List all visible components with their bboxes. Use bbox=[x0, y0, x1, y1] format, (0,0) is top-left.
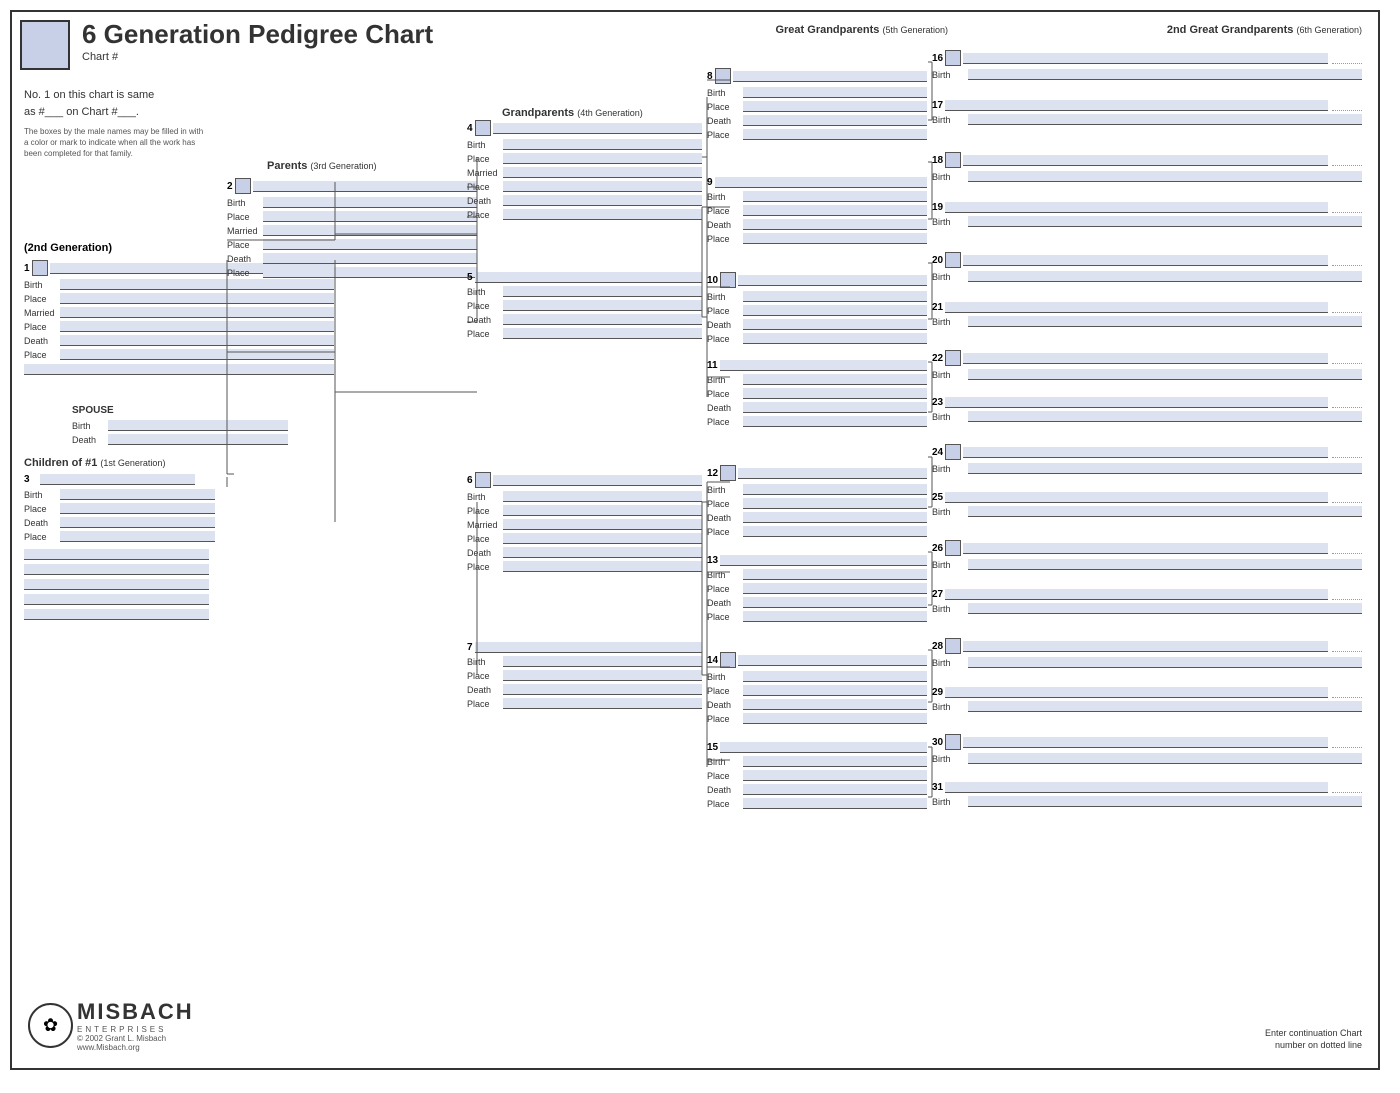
child-3-name[interactable] bbox=[40, 474, 195, 485]
person-29: 29 Birth bbox=[932, 687, 1362, 714]
p1-place-row: Place bbox=[24, 292, 334, 305]
person-20: 20 Birth bbox=[932, 252, 1362, 284]
pedigree-chart: 6 Generation Pedigree Chart Chart # 2nd … bbox=[10, 10, 1380, 1070]
person-30: 30 Birth bbox=[932, 734, 1362, 766]
p1-place2-line[interactable] bbox=[60, 321, 334, 332]
p1-death-line[interactable] bbox=[60, 335, 334, 346]
person-27: 27 Birth bbox=[932, 589, 1362, 616]
c3-dplace: Place bbox=[24, 530, 215, 543]
c3-death: Death bbox=[24, 516, 215, 529]
c3-place: Place bbox=[24, 502, 215, 515]
note-text: The boxes by the male names may be fille… bbox=[24, 126, 209, 160]
p1-bottom-line[interactable] bbox=[24, 364, 334, 375]
person-21: 21 Birth bbox=[932, 302, 1362, 329]
person-22-box[interactable] bbox=[945, 350, 961, 366]
person-13: 13 Birth Place Death Place bbox=[707, 555, 927, 624]
gen2-section-label: (2nd Generation) bbox=[24, 242, 112, 254]
gp-label: Grandparents (4th Generation) bbox=[502, 107, 643, 119]
parents-label: Parents (3rd Generation) bbox=[267, 160, 376, 172]
spouse-death-line[interactable] bbox=[108, 434, 288, 445]
p1-dplace-row: Place bbox=[24, 348, 334, 361]
person-30-box[interactable] bbox=[945, 734, 961, 750]
footer: ✿ MISBACH ENTERPRISES © 2002 Grant L. Mi… bbox=[28, 999, 194, 1052]
person-24: 24 Birth bbox=[932, 444, 1362, 476]
left-info: No. 1 on this chart is same as #___ on C… bbox=[24, 87, 219, 160]
person-12-box[interactable] bbox=[720, 465, 736, 481]
person-8-box[interactable] bbox=[715, 68, 731, 84]
person-18: 18 Birth bbox=[932, 152, 1362, 184]
person-26: 26 Birth bbox=[932, 540, 1362, 572]
p1-death-row: Death bbox=[24, 334, 334, 347]
person-28: 28 Birth bbox=[932, 638, 1362, 670]
person-7: 7 Birth Place Death Place bbox=[467, 642, 702, 711]
p1-married-row: Married bbox=[24, 306, 334, 319]
person-11: 11 Birth Place Death Place bbox=[707, 360, 927, 429]
p1-place2-row: Place bbox=[24, 320, 334, 333]
spouse-birth-line[interactable] bbox=[108, 420, 288, 431]
person-6-box[interactable] bbox=[475, 472, 491, 488]
spouse-section: SPOUSE Birth Death bbox=[72, 405, 288, 447]
person-23: 23 Birth bbox=[932, 397, 1362, 424]
person-31: 31 Birth bbox=[932, 782, 1362, 809]
footer-emblem: ✿ bbox=[28, 1003, 73, 1048]
person-14-box[interactable] bbox=[720, 652, 736, 668]
person-10: 10 Birth Place Death Place bbox=[707, 272, 927, 346]
person-10-box[interactable] bbox=[720, 272, 736, 288]
person-17: 17 Birth bbox=[932, 100, 1362, 127]
person-9: 9 Birth Place Death Place bbox=[707, 177, 927, 246]
p1-married-line[interactable] bbox=[60, 307, 334, 318]
extra-child-lines bbox=[24, 549, 215, 620]
person-1-num: 1 bbox=[24, 263, 30, 274]
footer-enterprises: ENTERPRISES bbox=[77, 1025, 194, 1034]
footer-logo: MISBACH bbox=[77, 999, 194, 1025]
person-16: 16 Birth bbox=[932, 50, 1362, 82]
person-2: 2 Birth Place Married Place Death Place bbox=[227, 178, 477, 280]
person-15: 15 Birth Place Death Place bbox=[707, 742, 927, 811]
person-16-box[interactable] bbox=[945, 50, 961, 66]
person-5: 5 Birth Place Death Place bbox=[467, 272, 702, 341]
person-19: 19 Birth bbox=[932, 202, 1362, 229]
ggp-label: Great Grandparents (5th Generation) bbox=[775, 24, 948, 36]
person-2-box[interactable] bbox=[235, 178, 251, 194]
person-22: 22 Birth bbox=[932, 350, 1362, 382]
p1-birth-line[interactable] bbox=[60, 279, 334, 290]
c3-birth: Birth bbox=[24, 488, 215, 501]
footer-note: Enter continuation Chartnumber on dotted… bbox=[1265, 1027, 1362, 1052]
person-1-box[interactable] bbox=[32, 260, 48, 276]
person-25: 25 Birth bbox=[932, 492, 1362, 519]
p16-continuation[interactable] bbox=[1332, 53, 1362, 64]
same-as-text: No. 1 on this chart is same as #___ on C… bbox=[24, 87, 219, 120]
person-24-box[interactable] bbox=[945, 444, 961, 460]
2ggp-label: 2nd Great Grandparents (6th Generation) bbox=[1167, 24, 1362, 36]
chart-number-label: Chart # bbox=[82, 51, 433, 63]
person-20-box[interactable] bbox=[945, 252, 961, 268]
chart-box bbox=[20, 20, 70, 70]
p1-place-line[interactable] bbox=[60, 293, 334, 304]
person-4-box[interactable] bbox=[475, 120, 491, 136]
person-6: 6 Birth Place Married Place Death Place bbox=[467, 472, 702, 574]
p1-dplace-line[interactable] bbox=[60, 349, 334, 360]
footer-url: www.Misbach.org bbox=[77, 1043, 194, 1052]
spouse-death-row: Death bbox=[72, 433, 288, 446]
person-8: 8 Birth Place Death Place bbox=[707, 68, 927, 142]
spouse-birth-row: Birth bbox=[72, 419, 288, 432]
person-14: 14 Birth Place Death Place bbox=[707, 652, 927, 726]
person-4: 4 Birth Place Married Place Death Place bbox=[467, 120, 702, 222]
person-28-box[interactable] bbox=[945, 638, 961, 654]
person-12: 12 Birth Place Death Place bbox=[707, 465, 927, 539]
children-lines: 3 Birth Place Death Place bbox=[24, 474, 215, 620]
person-18-box[interactable] bbox=[945, 152, 961, 168]
footer-copyright: © 2002 Grant L. Misbach bbox=[77, 1034, 194, 1043]
children-section: Children of #1 (1st Generation) bbox=[24, 457, 165, 469]
person-26-box[interactable] bbox=[945, 540, 961, 556]
chart-title: 6 Generation Pedigree Chart bbox=[82, 20, 433, 49]
